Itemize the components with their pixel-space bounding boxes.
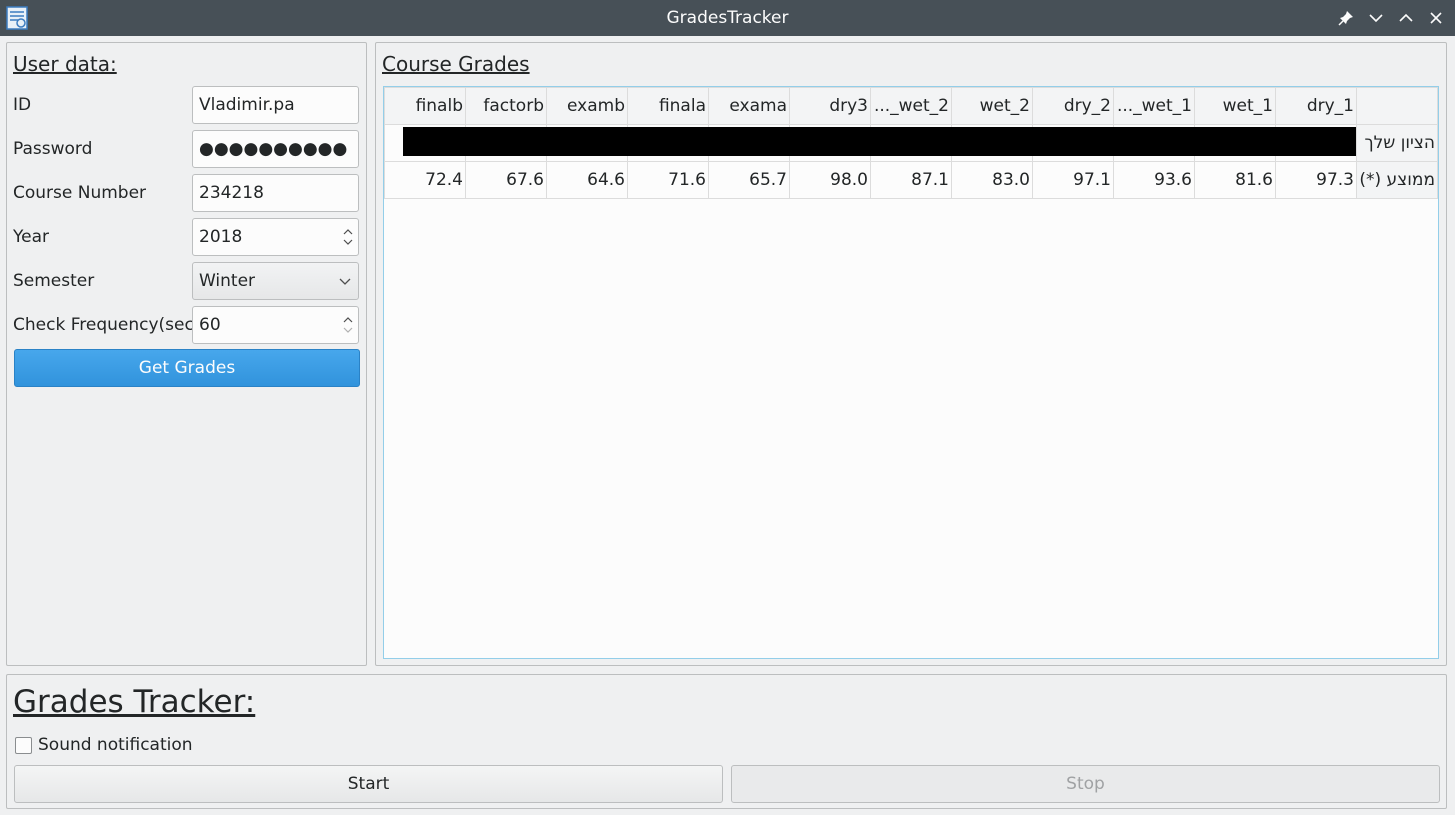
spin-arrows-icon[interactable] [343,314,353,336]
table-cell[interactable]: 71.6 [627,161,709,199]
column-header[interactable]: wet_2 [951,87,1033,125]
table-cell[interactable]: 65.7 [708,161,790,199]
course-grades-group: Course Grades finalb factorb examb finala ex… [375,42,1447,666]
id-label: ID [13,95,32,115]
minimize-button[interactable] [1364,6,1388,30]
column-header[interactable]: exama [708,87,790,125]
stop-button[interactable]: Stop [731,765,1440,803]
column-header[interactable]: dry_2 [1032,87,1114,125]
chevron-down-icon [339,278,351,285]
course-number-label: Course Number [13,183,147,203]
table-row[interactable]: 72.4 67.6 64.6 71.6 65.7 98.0 87.1 83.0 97.1 93.6… [384,161,1438,199]
password-value: ●●●●●●●●●● [199,139,348,159]
pin-icon [1338,11,1353,26]
sound-notification-label: Sound notification [38,735,193,755]
id-input[interactable]: Vladimir.pa [192,86,359,124]
semester-label: Semester [13,271,95,291]
table-cell[interactable]: 81.6 [1194,161,1276,199]
row-header[interactable]: הציון שלך [1356,124,1438,162]
spin-arrows-icon[interactable] [343,226,353,248]
column-header[interactable]: factorb [465,87,547,125]
grades-table[interactable]: finalb factorb examb finala exama dry3 ..._wet… [383,86,1439,659]
sound-notification-checkbox[interactable] [15,736,32,754]
pin-button[interactable] [1334,6,1358,30]
course-grades-title: Course Grades [382,52,530,76]
user-data-title: User data: [13,52,117,76]
table-cell[interactable]: 98.0 [789,161,871,199]
column-header[interactable]: ..._wet_1 [1113,87,1195,125]
id-value: Vladimir.pa [199,95,295,115]
year-spinbox[interactable]: 2018 [192,218,359,256]
row-header[interactable]: ממוצע (*) [1356,161,1438,199]
column-header[interactable]: ..._wet_2 [870,87,952,125]
maximize-icon [1399,13,1413,22]
column-header[interactable]: finalb [384,87,466,125]
frequency-spinbox[interactable]: 60 [192,306,359,344]
frequency-label: Check Frequency(sec) [13,315,201,335]
grades-tracker-group: Grades Tracker: Sound notification Start… [6,674,1447,809]
password-label: Password [13,139,93,159]
column-header[interactable]: dry3 [789,87,871,125]
semester-value: Winter [199,271,256,291]
table-cell[interactable]: 87.1 [870,161,952,199]
table-cell[interactable]: 97.1 [1032,161,1114,199]
table-cell[interactable]: 93.6 [1113,161,1195,199]
maximize-button[interactable] [1394,6,1418,30]
sound-notification-option[interactable]: Sound notification [15,735,193,755]
close-button[interactable] [1424,6,1448,30]
column-header[interactable] [1356,87,1438,125]
get-grades-button[interactable]: Get Grades [14,349,360,387]
year-value: 2018 [199,227,243,247]
frequency-value: 60 [199,315,221,335]
course-number-value: 234218 [199,183,264,203]
column-header[interactable]: dry_1 [1275,87,1357,125]
table-cell[interactable]: 97.3 [1275,161,1357,199]
table-cell[interactable]: 72.4 [384,161,466,199]
table-cell[interactable]: 67.6 [465,161,547,199]
title-bar: GradesTracker [0,0,1455,36]
column-header[interactable]: wet_1 [1194,87,1276,125]
window-title: GradesTracker [666,8,789,28]
password-input[interactable]: ●●●●●●●●●● [192,130,359,168]
table-cell[interactable]: 64.6 [546,161,628,199]
start-button[interactable]: Start [14,765,723,803]
user-data-group: User data: ID Vladimir.pa Password ●●●●●… [6,42,367,666]
minimize-icon [1369,14,1383,23]
table-cell[interactable]: 83.0 [951,161,1033,199]
table-header-row: finalb factorb examb finala exama dry3 ..._wet… [384,87,1438,125]
redacted-bar [403,127,1356,156]
course-number-input[interactable]: 234218 [192,174,359,212]
column-header[interactable]: examb [546,87,628,125]
grades-tracker-title: Grades Tracker: [13,684,256,720]
year-label: Year [13,227,49,247]
semester-select[interactable]: Winter [192,262,359,300]
close-icon [1430,12,1442,24]
column-header[interactable]: finala [627,87,709,125]
